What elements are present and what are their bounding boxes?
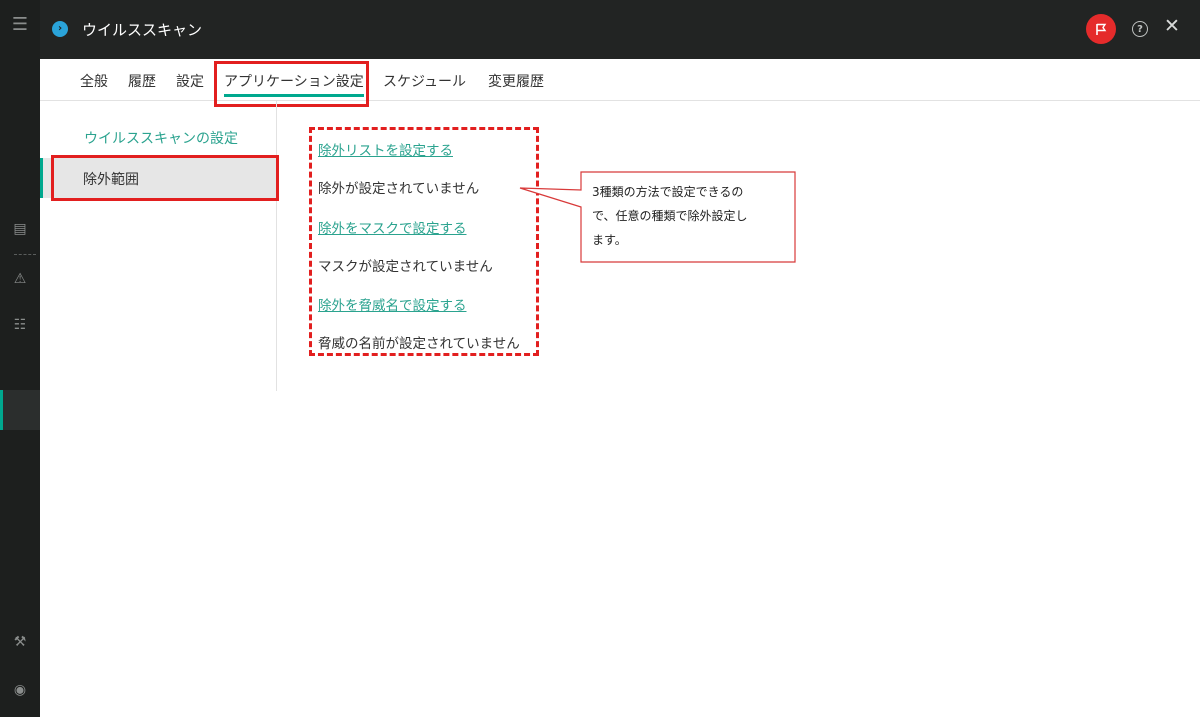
tab-history[interactable]: 履歴: [128, 71, 156, 91]
account-icon[interactable]: ◉: [0, 681, 40, 699]
sidebar-heading[interactable]: ウイルススキャンの設定: [84, 128, 238, 148]
warning-icon[interactable]: ⚠: [0, 270, 40, 288]
flag-icon[interactable]: [1086, 14, 1116, 44]
tab-settings[interactable]: 設定: [176, 71, 204, 91]
help-icon[interactable]: ?: [1132, 21, 1148, 37]
tab-schedule[interactable]: スケジュール: [383, 71, 466, 91]
left-rail: ☰ ▤ ⚠ ☷ ⚒ ◉: [0, 0, 40, 717]
sidebar-highlight-box: [51, 155, 279, 201]
close-icon[interactable]: ✕: [1164, 17, 1180, 36]
rail-active-item[interactable]: [0, 390, 40, 430]
title-bar: › ウイルススキャン ? ✕: [40, 0, 1200, 59]
list-icon[interactable]: ▤: [0, 220, 40, 238]
tab-general[interactable]: 全般: [80, 71, 108, 91]
tab-change-history[interactable]: 変更履歴: [488, 71, 544, 91]
tree-icon[interactable]: ☷: [0, 316, 40, 334]
app-logo-icon: ›: [52, 21, 68, 37]
rail-divider: [14, 254, 36, 255]
callout-line-1: 3種類の方法で設定できるの: [592, 185, 744, 199]
menu-icon[interactable]: ☰: [0, 14, 40, 35]
callout-line-3: ます。: [592, 233, 627, 247]
wrench-icon[interactable]: ⚒: [0, 633, 40, 651]
callout-text: 3種類の方法で設定できるの で、任意の種類で除外設定し ます。: [592, 180, 792, 252]
options-highlight-box: [309, 127, 539, 356]
window-title: ウイルススキャン: [82, 21, 203, 39]
callout-line-2: で、任意の種類で除外設定し: [592, 209, 748, 223]
